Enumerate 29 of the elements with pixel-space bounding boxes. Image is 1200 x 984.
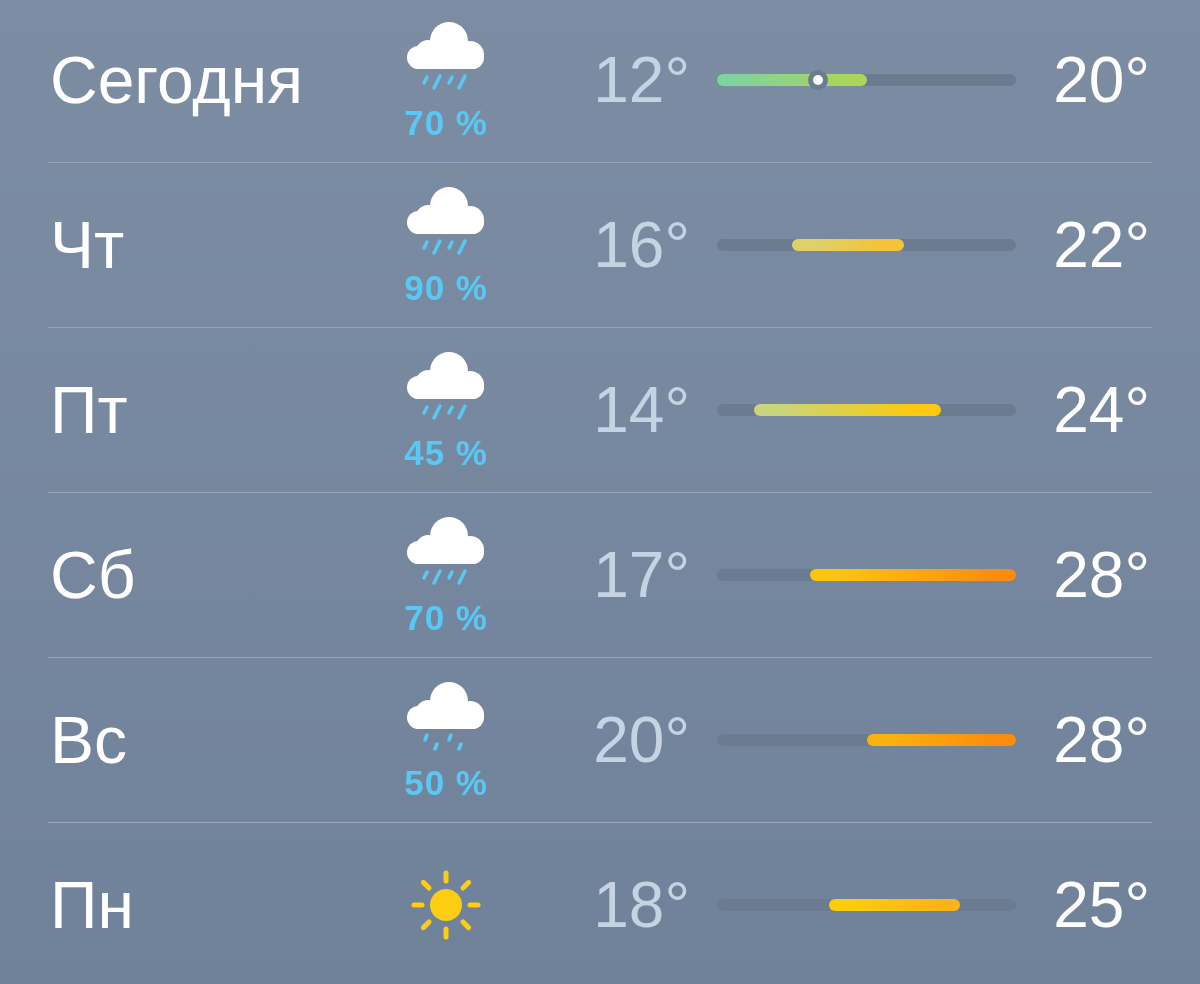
high-temperature: 22° bbox=[1053, 213, 1150, 277]
high-temperature: 20° bbox=[1053, 48, 1150, 112]
rain-cloud-icon bbox=[406, 20, 486, 91]
high-temperature: 25° bbox=[1053, 873, 1150, 937]
precipitation-chance: 50 % bbox=[404, 764, 488, 800]
day-label: Пт bbox=[50, 373, 128, 447]
high-temperature: 28° bbox=[1053, 708, 1150, 772]
rain-cloud-icon bbox=[406, 515, 486, 586]
low-temperature: 17° bbox=[593, 543, 690, 607]
day-label: Чт bbox=[50, 208, 125, 282]
day-label: Вс bbox=[50, 703, 128, 777]
drizzle-cloud-icon bbox=[406, 680, 486, 751]
precipitation-chance: 70 % bbox=[404, 104, 488, 140]
rain-cloud-icon bbox=[406, 185, 486, 256]
high-temperature: 28° bbox=[1053, 543, 1150, 607]
low-temperature: 20° bbox=[593, 708, 690, 772]
day-label: Сегодня bbox=[50, 43, 303, 117]
day-label: Сб bbox=[50, 538, 136, 612]
low-temperature: 16° bbox=[593, 213, 690, 277]
day-label: Пн bbox=[50, 868, 134, 942]
high-temperature: 24° bbox=[1053, 378, 1150, 442]
precipitation-chance: 45 % bbox=[404, 434, 488, 470]
low-temperature: 14° bbox=[593, 378, 690, 442]
low-temperature: 12° bbox=[593, 48, 690, 112]
rain-cloud-icon bbox=[406, 350, 486, 421]
sun-icon bbox=[410, 869, 482, 941]
precipitation-chance: 70 % bbox=[404, 599, 488, 635]
precipitation-chance: 90 % bbox=[404, 269, 488, 305]
low-temperature: 18° bbox=[593, 873, 690, 937]
